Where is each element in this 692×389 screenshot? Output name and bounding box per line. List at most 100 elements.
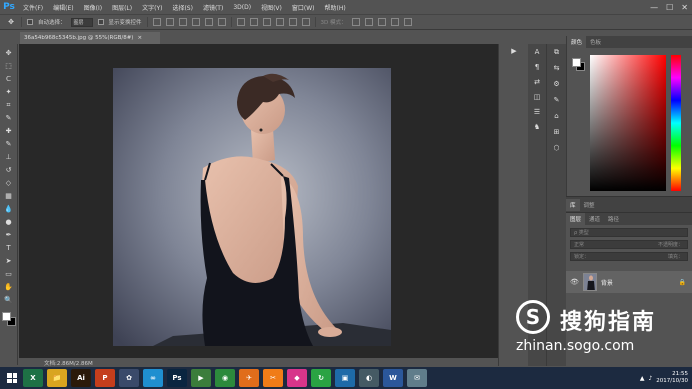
taskbar-app-icon[interactable]: ✉	[407, 369, 427, 387]
menu-view[interactable]: 视图(V)	[256, 3, 287, 12]
tab-paths[interactable]: 路径	[604, 213, 623, 225]
tab-libraries[interactable]: 库	[566, 198, 580, 211]
close-button[interactable]: ✕	[681, 3, 688, 12]
eraser-icon[interactable]: ◇	[4, 178, 14, 188]
taskbar-app-icon[interactable]: ✈	[239, 369, 259, 387]
3d-roll-icon[interactable]	[364, 18, 373, 26]
play-icon[interactable]: ▶	[509, 46, 519, 56]
hand-icon[interactable]: ✋	[4, 282, 14, 292]
close-tab-icon[interactable]: ×	[137, 35, 142, 41]
taskbar-app-icon[interactable]: ◆	[287, 369, 307, 387]
history-brush-icon[interactable]: ↺	[4, 165, 14, 175]
taskbar-app-icon[interactable]: ▣	[335, 369, 355, 387]
move-icon[interactable]: ✥	[4, 48, 14, 58]
windows-start-icon[interactable]	[4, 370, 20, 386]
history-panel-icon[interactable]: ⧉	[552, 47, 562, 57]
char-styles-icon[interactable]: ◫	[532, 92, 542, 102]
hue-slider[interactable]	[671, 55, 681, 191]
crop-icon[interactable]: ⌗	[4, 100, 14, 110]
blur-icon[interactable]: 💧	[4, 204, 14, 214]
align-center-icon[interactable]	[204, 18, 213, 26]
healing-icon[interactable]: ✚	[4, 126, 14, 136]
color-swatches[interactable]	[1, 312, 16, 326]
magic-wand-icon[interactable]: ✦	[4, 87, 14, 97]
distribute-middle-icon[interactable]	[249, 18, 258, 26]
stamp-icon[interactable]: ⊥	[4, 152, 14, 162]
eyedropper-icon[interactable]: ✎	[4, 113, 14, 123]
menu-layer[interactable]: 图层(L)	[107, 3, 137, 12]
taskbar-app-icon[interactable]: ◐	[359, 369, 379, 387]
system-clock[interactable]: 21:55 2017/10/30	[656, 371, 688, 385]
taskbar-app-icon[interactable]: W	[383, 369, 403, 387]
align-left-icon[interactable]	[191, 18, 200, 26]
align-top-icon[interactable]	[152, 18, 161, 26]
tab-swatches[interactable]: 色板	[586, 36, 605, 48]
minimize-button[interactable]: —	[650, 3, 658, 12]
dodge-icon[interactable]: ●	[4, 217, 14, 227]
info-panel-icon[interactable]: ⊞	[552, 127, 562, 137]
menu-window[interactable]: 窗口(W)	[287, 3, 320, 12]
menu-image[interactable]: 图像(I)	[79, 3, 107, 12]
tab-color[interactable]: 颜色	[567, 36, 587, 48]
layer-kind-filter[interactable]: ρ 类型	[570, 228, 688, 237]
para-styles-icon[interactable]: ☰	[532, 107, 542, 117]
brush-icon[interactable]: ✎	[4, 139, 14, 149]
pen-icon[interactable]: ✒	[4, 230, 14, 240]
actions-panel-icon[interactable]: ⇆	[552, 63, 562, 73]
distribute-bottom-icon[interactable]	[262, 18, 271, 26]
menu-file[interactable]: 文件(F)	[18, 3, 48, 12]
layer-row-background[interactable]: 👁 背景 🔒	[566, 271, 692, 293]
distribute-top-icon[interactable]	[236, 18, 245, 26]
brush-presets-icon[interactable]: ⌂	[552, 111, 562, 121]
foreground-color-swatch[interactable]	[1, 312, 11, 321]
align-right-icon[interactable]	[217, 18, 226, 26]
brush-panel-icon[interactable]: ✎	[552, 95, 562, 105]
properties-panel-icon[interactable]: ⚙	[552, 79, 562, 89]
menu-type[interactable]: 文字(Y)	[137, 3, 167, 12]
tray-network-icon[interactable]: ▲	[640, 375, 645, 382]
distribute-center-icon[interactable]	[288, 18, 297, 26]
tray-volume-icon[interactable]: ♪	[648, 375, 652, 382]
auto-select-dropdown[interactable]: 图层	[70, 17, 93, 27]
show-transform-checkbox[interactable]	[97, 19, 104, 25]
taskbar-app-icon[interactable]: ▶	[191, 369, 211, 387]
3d-panel-icon[interactable]: ⬡	[552, 143, 562, 153]
menu-select[interactable]: 选择(S)	[167, 3, 198, 12]
menu-filter[interactable]: 滤镜(T)	[198, 3, 228, 12]
type-icon[interactable]: T	[4, 243, 14, 253]
zoom-icon[interactable]: 🔍	[4, 295, 14, 305]
3d-pan-icon[interactable]	[377, 18, 386, 26]
path-select-icon[interactable]: ➤	[4, 256, 14, 266]
canvas-area[interactable]	[19, 44, 498, 358]
taskbar-app-icon[interactable]: ∞	[143, 369, 163, 387]
taskbar-app-icon[interactable]: ↻	[311, 369, 331, 387]
panel-foreground-swatch[interactable]	[572, 58, 581, 67]
shape-icon[interactable]: ▭	[4, 269, 14, 279]
distribute-left-icon[interactable]	[275, 18, 284, 26]
gradient-icon[interactable]: ▦	[4, 191, 14, 201]
move-tool-preset-icon[interactable]: ✥	[6, 17, 16, 27]
document-tab[interactable]: 36a54b968c5345b.jpg @ 55%(RGB/8#) ×	[20, 32, 160, 44]
glyphs-panel-icon[interactable]: ⇄	[532, 77, 542, 87]
taskbar-app-icon[interactable]: X	[23, 369, 43, 387]
taskbar-app-icon[interactable]: Ai	[71, 369, 91, 387]
blend-mode-dropdown[interactable]: 正常	[574, 241, 584, 248]
tab-layers[interactable]: 图层	[566, 213, 586, 225]
visibility-eye-icon[interactable]: 👁	[570, 278, 579, 286]
lasso-icon[interactable]: ᑕ	[4, 74, 14, 84]
taskbar-app-icon[interactable]: Ps	[167, 369, 187, 387]
menu-3d[interactable]: 3D(D)	[228, 4, 256, 11]
menu-help[interactable]: 帮助(H)	[320, 3, 351, 12]
menu-edit[interactable]: 编辑(E)	[48, 3, 78, 12]
taskbar-app-icon[interactable]: 📁	[47, 369, 67, 387]
auto-select-checkbox[interactable]	[27, 19, 33, 25]
3d-rotate-icon[interactable]	[351, 18, 360, 26]
paragraph-panel-icon[interactable]: ¶	[532, 62, 542, 72]
layer-name[interactable]: 背景	[601, 278, 613, 287]
maximize-button[interactable]: ☐	[666, 3, 673, 12]
3d-slide-icon[interactable]	[390, 18, 399, 26]
character-panel-icon[interactable]: A	[532, 47, 542, 57]
align-middle-icon[interactable]	[165, 18, 174, 26]
marquee-icon[interactable]: ⬚	[4, 61, 14, 71]
document-image[interactable]	[113, 68, 391, 346]
